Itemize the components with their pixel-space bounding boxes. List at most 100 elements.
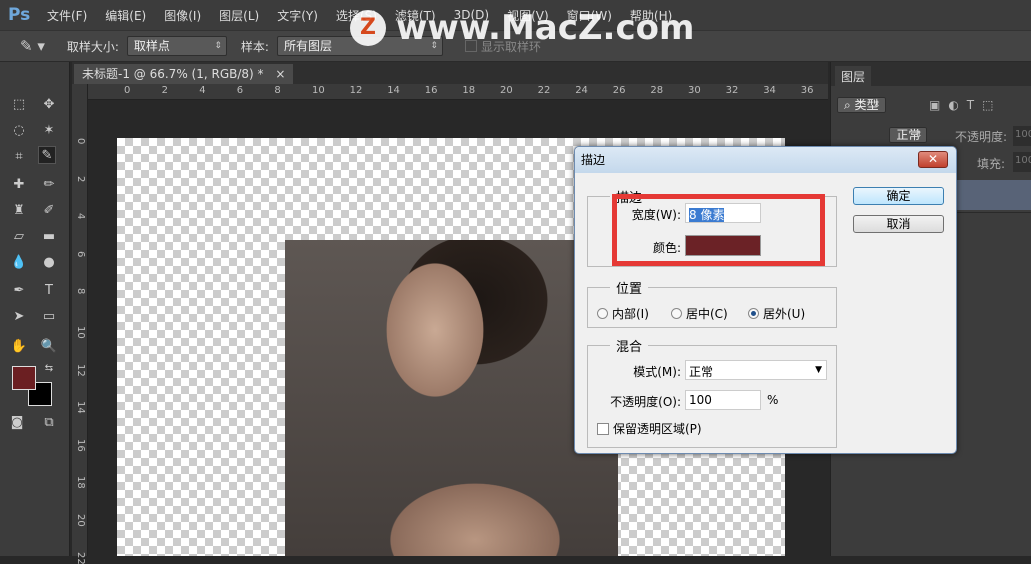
opacity-input[interactable]: 100 — [685, 390, 761, 410]
horizontal-ruler: 0 2 4 6 8 10 12 14 16 18 20 22 24 26 28 30 32 34 36 — [88, 84, 828, 100]
ruler-tick-label: 28 — [650, 85, 664, 96]
radio-label: 居外(U) — [763, 307, 806, 321]
crop-tool-icon[interactable]: ⌗ — [10, 148, 28, 166]
ruler-tick-label: 4 — [75, 213, 86, 220]
ruler-tick-label: 30 — [688, 85, 701, 96]
ruler-tick-label: 22 — [537, 85, 551, 96]
eraser-tool-icon[interactable]: ▱ — [10, 228, 28, 246]
ruler-tick-label: 20 — [500, 85, 513, 96]
vertical-ruler: 0 2 4 6 8 10 12 14 16 18 20 22 — [72, 84, 88, 564]
width-label: 宽度(W): — [631, 208, 681, 222]
brush-tool-icon[interactable]: ✏ — [40, 176, 58, 194]
width-value: 8 像素 — [689, 208, 725, 222]
document-tab-title: 未标题-1 @ 66.7% (1, RGB/8) * — [82, 67, 264, 81]
layer-filter-select[interactable]: ⌕ 类型 — [837, 97, 886, 113]
menu-type[interactable]: 文字(Y) — [277, 7, 318, 24]
opacity-label: 不透明度: — [955, 130, 1008, 144]
radio-center[interactable]: 居中(C) — [671, 305, 728, 322]
menu-file[interactable]: 文件(F) — [47, 7, 87, 24]
radio-inside[interactable]: 内部(I) — [597, 305, 649, 322]
close-icon[interactable]: ✕ — [918, 151, 948, 168]
path-select-icon[interactable]: ➤ — [10, 308, 28, 326]
ruler-tick-label: 18 — [462, 85, 476, 96]
width-input[interactable]: 8 像素 — [685, 203, 761, 223]
ruler-tick-label: 14 — [387, 85, 400, 96]
ruler-tick-label: 22 — [75, 551, 86, 564]
move-tool-icon[interactable]: ✥ — [40, 96, 58, 114]
stroke-color-swatch[interactable] — [685, 235, 761, 256]
cancel-button[interactable]: 取消 — [853, 215, 944, 233]
fill-input[interactable]: 100 — [1013, 152, 1031, 172]
menu-image[interactable]: 图像(I) — [164, 7, 201, 24]
mode-select[interactable]: 正常 ▼ — [685, 360, 827, 380]
shape-tool-icon[interactable]: ▭ — [40, 308, 58, 326]
radio-label: 内部(I) — [612, 307, 649, 321]
gradient-tool-icon[interactable]: ▬ — [40, 228, 58, 246]
color-label: 颜色: — [652, 241, 681, 255]
magic-wand-icon[interactable]: ✶ — [40, 122, 58, 140]
opacity-input[interactable]: 100 — [1013, 126, 1031, 146]
document-tab[interactable]: 未标题-1 @ 66.7% (1, RGB/8) * × — [74, 64, 294, 84]
screen-mode-icon[interactable]: ⧉ — [40, 414, 58, 432]
radio-outside[interactable]: 居外(U) — [748, 305, 805, 322]
ruler-tick-label: 8 — [274, 85, 281, 96]
ruler-tick-label: 0 — [124, 85, 131, 96]
history-brush-icon[interactable]: ✐ — [40, 202, 58, 220]
checkbox-label: 保留透明区域(P) — [613, 422, 702, 436]
marquee-tool-icon[interactable]: ⬚ — [10, 96, 28, 114]
ruler-tick-label: 2 — [161, 85, 168, 96]
menu-layer[interactable]: 图层(L) — [219, 7, 259, 24]
fill-label: 填充: — [977, 157, 1006, 171]
stroke-dialog: 描边 ✕ 描边 宽度(W): 8 像素 颜色: 位置 内部(I) 居中(C) 居… — [574, 146, 957, 454]
watermark: Z www.MacZ.com — [350, 8, 694, 48]
sample-size-select[interactable]: 取样点 — [126, 36, 227, 56]
radio-checked-icon — [748, 308, 759, 319]
ruler-tick-label: 10 — [312, 85, 325, 96]
ruler-tick-label: 8 — [75, 288, 86, 295]
layer-filter-icons[interactable]: ▣◐T⬚ — [929, 98, 1001, 112]
close-tab-icon[interactable]: × — [275, 67, 285, 81]
swap-colors-icon[interactable]: ⇆ — [40, 360, 58, 378]
quick-mask-icon[interactable]: ◙ — [8, 414, 26, 432]
foreground-color-swatch[interactable] — [12, 366, 36, 390]
chevron-down-icon: ▼ — [815, 365, 822, 375]
hand-tool-icon[interactable]: ✋ — [10, 338, 28, 356]
healing-tool-icon[interactable]: ✚ — [10, 176, 28, 194]
ruler-tick-label: 6 — [236, 85, 244, 96]
stamp-tool-icon[interactable]: ♜ — [10, 202, 28, 220]
ruler-tick-label: 6 — [75, 250, 86, 258]
ok-button[interactable]: 确定 — [853, 187, 944, 205]
blend-mode-select[interactable]: 正常 — [889, 127, 928, 143]
blur-tool-icon[interactable]: 💧 — [10, 254, 28, 272]
eyedropper-icon[interactable]: ✎ ▾ — [20, 37, 45, 55]
radio-icon — [597, 308, 608, 319]
toolbox: ⬚ ✥ ◌ ✶ ⌗ ✎ ✚ ✏ ♜ ✐ ▱ ▬ 💧 ● ✒ T ➤ ▭ ✋ 🔍 … — [0, 62, 70, 556]
ruler-tick-label: 14 — [75, 401, 86, 414]
watermark-logo: Z — [350, 10, 386, 46]
ruler-tick-label: 36 — [800, 85, 814, 96]
menu-edit[interactable]: 编辑(E) — [105, 7, 146, 24]
radio-label: 居中(C) — [686, 307, 728, 321]
ruler-tick-label: 16 — [424, 85, 438, 96]
sample-label: 样本: — [240, 39, 269, 54]
type-tool-icon[interactable]: T — [40, 282, 58, 300]
zoom-tool-icon[interactable]: 🔍 — [40, 338, 58, 356]
pen-tool-icon[interactable]: ✒ — [10, 282, 28, 300]
ruler-tick-label: 4 — [199, 85, 206, 96]
ruler-tick-label: 16 — [75, 438, 86, 452]
eyedropper-tool-icon[interactable]: ✎ — [38, 146, 56, 164]
position-group-label: 位置 — [616, 282, 643, 297]
ruler-tick-label: 0 — [75, 138, 86, 145]
checkbox-icon — [597, 422, 609, 435]
search-icon: ⌕ — [844, 98, 855, 112]
ruler-tick-label: 20 — [75, 514, 86, 527]
portrait-image — [285, 240, 618, 556]
lasso-tool-icon[interactable]: ◌ — [10, 122, 28, 140]
percent-label: % — [767, 393, 779, 407]
ruler-tick-label: 32 — [725, 85, 739, 96]
dodge-tool-icon[interactable]: ● — [40, 254, 58, 272]
layers-tab[interactable]: 图层 — [835, 66, 872, 86]
radio-icon — [671, 308, 682, 319]
preserve-transparency-checkbox[interactable]: 保留透明区域(P) — [597, 420, 702, 437]
ruler-tick-label: 26 — [612, 85, 626, 96]
